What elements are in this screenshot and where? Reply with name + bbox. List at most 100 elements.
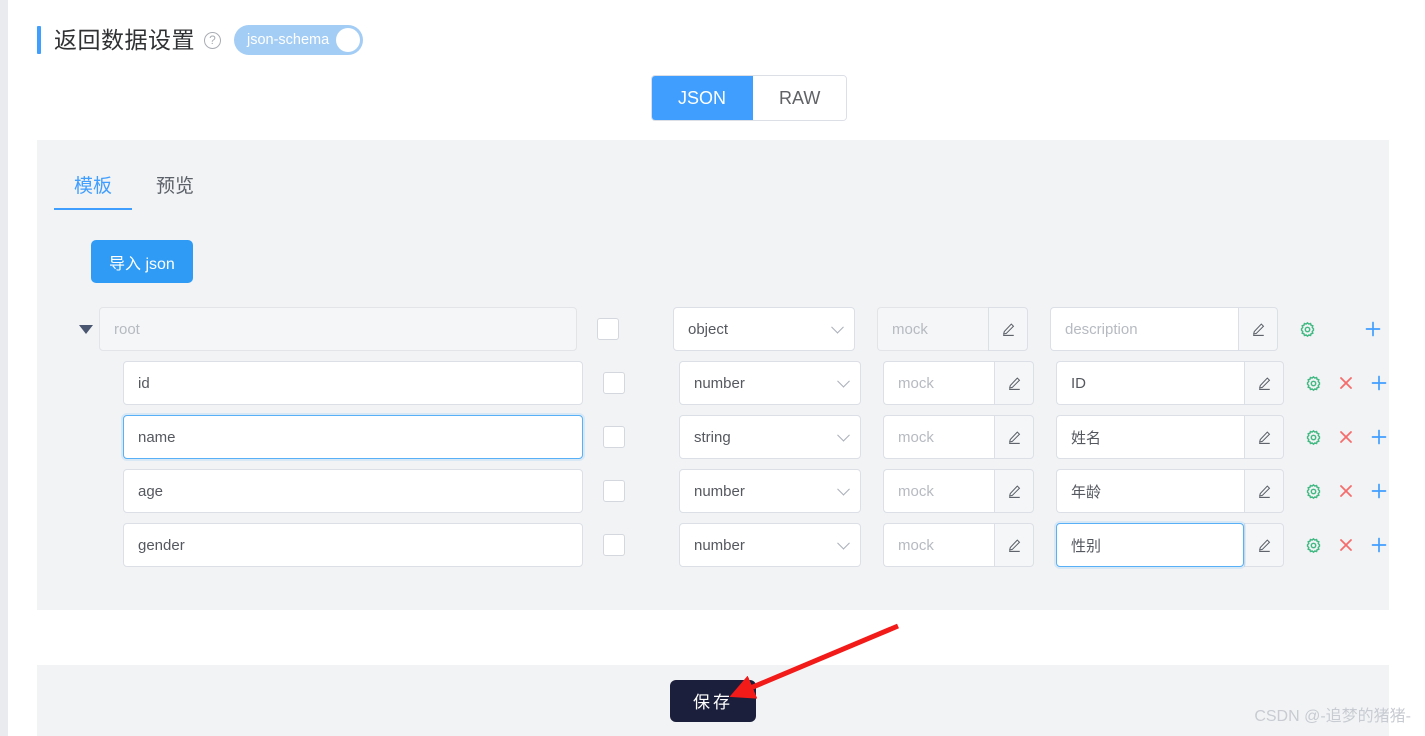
add-row-icon[interactable] <box>1363 319 1383 339</box>
type-select-value: number <box>694 482 745 500</box>
type-select[interactable]: string <box>679 415 861 459</box>
schema-row: number <box>37 518 1389 572</box>
type-select-value: string <box>694 428 731 446</box>
mock-input[interactable] <box>883 361 994 405</box>
type-select[interactable]: number <box>679 361 861 405</box>
schema-row: number <box>37 356 1389 410</box>
mock-edit-button[interactable] <box>994 415 1034 459</box>
watermark: CSDN @-追梦的猪猪- <box>1254 708 1411 725</box>
settings-gear-icon[interactable] <box>1303 481 1323 501</box>
field-name-input[interactable] <box>123 523 583 567</box>
title-accent-bar <box>37 26 41 54</box>
required-checkbox[interactable] <box>603 372 625 394</box>
chevron-down-icon <box>837 374 850 388</box>
type-select-value: number <box>694 536 745 554</box>
chevron-down-icon <box>837 536 850 550</box>
add-row-icon[interactable] <box>1369 535 1389 555</box>
page-header: 返回数据设置 ? json-schema <box>37 18 364 62</box>
field-name-input[interactable] <box>123 469 583 513</box>
type-select-value: number <box>694 374 745 392</box>
field-name-input[interactable] <box>99 307 577 351</box>
caret-down-icon[interactable] <box>79 324 93 334</box>
required-checkbox[interactable] <box>597 318 619 340</box>
help-icon[interactable]: ? <box>204 31 221 49</box>
settings-gear-icon[interactable] <box>1297 319 1317 339</box>
type-select-value: object <box>688 320 729 338</box>
row-actions <box>1303 373 1389 393</box>
left-gutter <box>0 0 8 736</box>
chevron-down-icon <box>837 482 850 496</box>
description-field <box>1056 361 1284 405</box>
description-input[interactable] <box>1056 415 1244 459</box>
description-edit-button[interactable] <box>1244 469 1284 513</box>
description-edit-button[interactable] <box>1244 415 1284 459</box>
description-input[interactable] <box>1056 361 1244 405</box>
format-switch[interactable]: JSON RAW <box>651 75 848 121</box>
collapse-toggle[interactable] <box>73 324 99 334</box>
delete-row-icon[interactable] <box>1336 481 1356 501</box>
field-name-input[interactable] <box>123 361 583 405</box>
description-input[interactable] <box>1056 469 1244 513</box>
required-checkbox[interactable] <box>603 426 625 448</box>
mock-field <box>883 523 1034 567</box>
format-btn-raw[interactable]: RAW <box>753 76 847 120</box>
mock-edit-button[interactable] <box>994 469 1034 513</box>
tab-preview[interactable]: 预览 <box>134 171 216 210</box>
tab-template[interactable]: 模板 <box>52 171 134 210</box>
json-schema-toggle-label: json-schema <box>247 32 330 48</box>
type-select[interactable]: number <box>679 469 861 513</box>
description-field <box>1056 415 1284 459</box>
mock-field <box>883 415 1034 459</box>
description-edit-button[interactable] <box>1244 361 1284 405</box>
chevron-down-icon <box>837 428 850 442</box>
row-actions <box>1303 481 1389 501</box>
mock-field <box>883 469 1034 513</box>
field-name-input[interactable] <box>123 415 583 459</box>
mock-input[interactable] <box>883 469 994 513</box>
toggle-knob <box>336 28 361 52</box>
settings-gear-icon[interactable] <box>1303 373 1323 393</box>
footer-bar: 保存 <box>37 665 1389 736</box>
json-schema-toggle[interactable]: json-schema <box>234 25 364 55</box>
schema-row: string <box>37 410 1389 464</box>
description-input[interactable] <box>1056 523 1244 567</box>
description-edit-button[interactable] <box>1244 523 1284 567</box>
add-row-icon[interactable] <box>1369 481 1389 501</box>
schema-builder-panel: 模板 预览 导入 json object number string number nu… <box>37 140 1389 610</box>
required-checkbox[interactable] <box>603 534 625 556</box>
save-button[interactable]: 保存 <box>670 679 756 722</box>
mock-input[interactable] <box>883 523 994 567</box>
mock-field <box>877 307 1028 351</box>
delete-row-icon[interactable] <box>1336 427 1356 447</box>
description-field <box>1056 523 1284 567</box>
mock-input[interactable] <box>883 415 994 459</box>
description-edit-button[interactable] <box>1238 307 1278 351</box>
add-row-icon[interactable] <box>1369 427 1389 447</box>
settings-gear-icon[interactable] <box>1303 535 1323 555</box>
schema-rows: object number string number number <box>37 302 1389 572</box>
import-json-button[interactable]: 导入 json <box>91 240 193 283</box>
row-actions <box>1297 319 1383 339</box>
mock-edit-button[interactable] <box>994 523 1034 567</box>
schema-row: number <box>37 464 1389 518</box>
delete-row-icon[interactable] <box>1336 535 1356 555</box>
format-btn-json[interactable]: JSON <box>652 76 754 120</box>
delete-row-icon[interactable] <box>1336 373 1356 393</box>
chevron-down-icon <box>831 320 844 334</box>
required-checkbox[interactable] <box>603 480 625 502</box>
mock-input[interactable] <box>877 307 988 351</box>
schema-row: object <box>37 302 1389 356</box>
mock-edit-button[interactable] <box>988 307 1028 351</box>
description-field <box>1056 469 1284 513</box>
mock-field <box>883 361 1034 405</box>
page-root: 返回数据设置 ? json-schema JSON RAW 模板 预览 导入 j… <box>0 0 1425 736</box>
settings-gear-icon[interactable] <box>1303 427 1323 447</box>
mock-edit-button[interactable] <box>994 361 1034 405</box>
delete-row-placeholder <box>1330 319 1350 339</box>
type-select[interactable]: object <box>673 307 855 351</box>
add-row-icon[interactable] <box>1369 373 1389 393</box>
panel-tabs: 模板 预览 <box>52 162 216 210</box>
description-field <box>1050 307 1278 351</box>
type-select[interactable]: number <box>679 523 861 567</box>
description-input[interactable] <box>1050 307 1238 351</box>
